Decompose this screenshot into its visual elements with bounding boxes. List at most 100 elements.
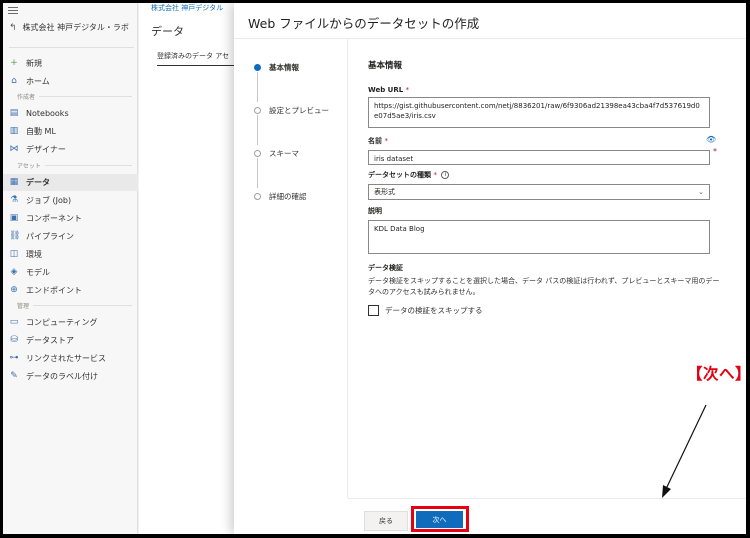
step-basic-info[interactable]: 基本情報	[254, 62, 299, 73]
step-label: 設定とプレビュー	[269, 106, 329, 115]
sidebar-item-label: Notebooks	[26, 109, 69, 118]
eye-icon[interactable]: 👁	[706, 135, 716, 144]
model-icon: ◈	[10, 267, 18, 277]
info-icon[interactable]: i	[441, 171, 450, 179]
dataset-type-label-text: データセットの種類	[368, 171, 431, 179]
designer-icon: ⋈	[9, 144, 19, 154]
sidebar-item[interactable]: ▤ Notebooks	[3, 105, 138, 122]
step-label: スキーマ	[269, 149, 299, 158]
sidebar-item[interactable]: ⋈ デザイナー	[3, 141, 138, 158]
link-icon: ⊶	[9, 353, 19, 363]
datastore-icon: ⛁	[10, 335, 18, 345]
sidebar-item-label: 自動 ML	[26, 127, 56, 136]
sidebar-item[interactable]: ▭ コンピューティング	[3, 314, 138, 331]
labeling-icon: ✎	[10, 371, 18, 381]
sidebar-item[interactable]: ◈ モデル	[3, 264, 138, 281]
next-button[interactable]: 次へ	[416, 511, 463, 528]
step-schema[interactable]: スキーマ	[254, 148, 299, 159]
sidebar-item[interactable]: ⚗ ジョブ (Job)	[3, 192, 138, 209]
nav-group-label: 管理	[17, 301, 132, 310]
step-connector	[257, 72, 258, 102]
menu-icon[interactable]	[8, 5, 18, 16]
sidebar-item-label: データストア	[26, 336, 74, 345]
web-url-input[interactable]: https://gist.githubusercontent.com/netj/…	[368, 97, 710, 128]
workspace-name: 株式会社 神戸デジタル・ラボ	[22, 23, 129, 32]
required-marker: *	[384, 137, 388, 145]
step-connector	[257, 158, 258, 188]
nav-group-label: アセット	[17, 161, 132, 170]
workspace-switcher[interactable]: ↰ 株式会社 神戸デジタル・ラボ	[9, 22, 129, 33]
sidebar-item[interactable]: ▥ 自動 ML	[3, 123, 138, 140]
step-label: 詳細の確認	[269, 192, 307, 201]
step-label: 基本情報	[269, 63, 299, 72]
sidebar-item[interactable]: ◫ 環境	[3, 246, 138, 263]
page-title: データ	[151, 25, 184, 38]
name-label-text: 名前	[368, 137, 382, 145]
step-indicator-icon	[254, 107, 261, 114]
sidebar-item-label: コンピューティング	[26, 318, 98, 327]
plus-icon: +	[10, 58, 18, 68]
skip-validation-checkbox-row[interactable]: データの検証をスキップする	[368, 305, 483, 316]
app-window: ↰ 株式会社 神戸デジタル・ラボ + 新規 ⌂ ホーム作成者 ▤ Notebooks ▥ 自動…	[3, 3, 746, 534]
data-validation-description: データ検証をスキップすることを選択した場合、データ パスの検証は行われず、プレビ…	[368, 277, 720, 296]
required-marker: *	[713, 147, 717, 156]
wizard-steps: 基本情報 設定とプレビュー スキーマ 詳細の確認	[234, 39, 348, 498]
skip-validation-checkbox[interactable]	[368, 305, 379, 316]
sidebar-item-label: 環境	[26, 250, 42, 259]
sidebar-item-label: ジョブ (Job)	[26, 196, 72, 205]
back-button[interactable]: 戻る	[364, 511, 408, 531]
nav-group-text: アセット	[17, 163, 41, 170]
create-dataset-panel: Web ファイルからのデータセットの作成 基本情報 設定とプレビュー スキーマ …	[234, 3, 746, 534]
sidebar-item-label: モデル	[26, 268, 50, 277]
sidebar-item-label: 新規	[26, 59, 42, 68]
step-indicator-icon	[254, 193, 261, 200]
sidebar-item[interactable]: ▣ コンポーネント	[3, 210, 138, 227]
back-arrow-icon[interactable]: ↰	[9, 23, 17, 33]
sidebar-item[interactable]: ⛁ データストア	[3, 332, 138, 349]
tab-registered-data-assets[interactable]: 登録済みのデータ アセ	[157, 51, 239, 66]
chevron-down-icon: ⌄	[698, 188, 704, 196]
sidebar-item-label: リンクされたサービス	[26, 354, 106, 363]
nav-group-label: 作成者	[17, 92, 132, 101]
sidebar-item-label: パイプライン	[26, 232, 74, 241]
dataset-type-dropdown[interactable]: 表形式 ⌄	[368, 184, 710, 200]
sidebar-item[interactable]: + 新規	[3, 55, 138, 72]
left-navigation: ↰ 株式会社 神戸デジタル・ラボ + 新規 ⌂ ホーム作成者 ▤ Notebooks ▥ 自動…	[3, 3, 138, 534]
sidebar-item[interactable]: ⛓ パイプライン	[3, 228, 138, 245]
sidebar-item-label: データのラベル付け	[26, 372, 98, 381]
annotation-callout: 【次へ】をクリック	[687, 365, 746, 383]
pipeline-icon: ⛓	[9, 231, 21, 241]
dataset-type-label: データセットの種類 * i	[368, 170, 450, 180]
section-title: 基本情報	[368, 61, 403, 71]
data-validation-title: データ検証	[368, 264, 403, 272]
description-textarea[interactable]: KDL Data Blog	[368, 220, 710, 254]
name-label: 名前 *	[368, 136, 388, 146]
component-icon: ▣	[9, 213, 19, 223]
notebook-icon: ▤	[9, 108, 19, 118]
step-settings-preview[interactable]: 設定とプレビュー	[254, 105, 329, 116]
sidebar-item[interactable]: ⌂ ホーム	[3, 73, 138, 90]
automl-icon: ▥	[9, 126, 19, 136]
web-url-label-text: Web URL	[368, 86, 404, 94]
description-label: 説明	[368, 207, 382, 215]
step-confirm-details[interactable]: 詳細の確認	[254, 191, 307, 202]
step-indicator-icon	[254, 150, 261, 157]
step-connector	[257, 115, 258, 145]
breadcrumb[interactable]: 株式会社 神戸デジタル	[151, 3, 223, 13]
sidebar-item-label: ホーム	[26, 77, 50, 86]
sidebar-item[interactable]: ▦ データ	[3, 174, 138, 191]
dataset-type-value: 表形式	[374, 188, 395, 196]
sidebar-item-label: デザイナー	[26, 145, 66, 154]
sidebar-item-label: データ	[26, 178, 50, 187]
name-input[interactable]: iris dataset	[368, 150, 710, 165]
required-marker: *	[405, 86, 410, 94]
data-icon: ▦	[9, 177, 19, 187]
sidebar-item-label: エンドポイント	[26, 286, 82, 295]
sidebar-item[interactable]: ⊶ リンクされたサービス	[3, 350, 138, 367]
sidebar-item[interactable]: ✎ データのラベル付け	[3, 368, 138, 385]
compute-icon: ▭	[9, 317, 19, 327]
web-url-label: Web URL *	[368, 86, 409, 94]
sidebar-item[interactable]: ⊕ エンドポイント	[3, 282, 138, 299]
environment-icon: ◫	[9, 249, 19, 259]
annotation-arrow	[662, 404, 707, 498]
